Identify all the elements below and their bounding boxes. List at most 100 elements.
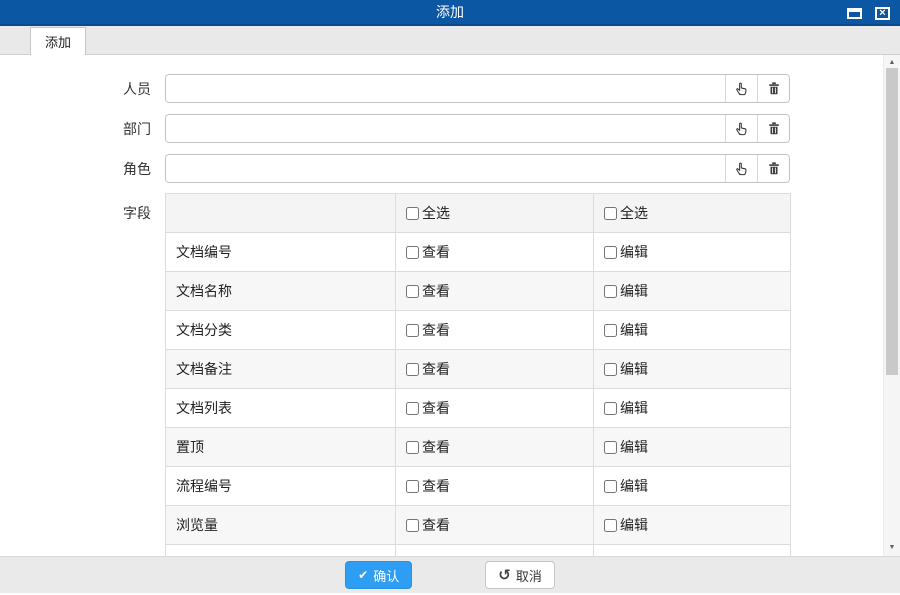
edit-checkbox[interactable]	[604, 519, 617, 532]
scrollbar-down-arrow-icon[interactable]: ▼	[884, 542, 900, 554]
field-name-cell: 锁定	[166, 545, 396, 557]
view-checkbox-wrap[interactable]: 查看	[406, 281, 450, 301]
select-all-edit[interactable]: 全选	[604, 203, 648, 223]
edit-cell: 编辑	[594, 506, 791, 545]
field-name-cell: 浏览量	[166, 506, 396, 545]
hand-pointer-icon	[734, 121, 749, 136]
clear-trash-button[interactable]	[757, 115, 789, 142]
maximize-icon[interactable]	[847, 8, 862, 19]
view-checkbox-wrap[interactable]: 查看	[406, 476, 450, 496]
view-checkbox[interactable]	[406, 480, 419, 493]
select-all-edit-checkbox[interactable]	[604, 207, 617, 220]
view-checkbox-wrap[interactable]: 查看	[406, 515, 450, 535]
dialog-content: 人员 部门	[0, 55, 883, 556]
select-all-view[interactable]: 全选	[406, 203, 450, 223]
header-view-cell: 全选	[396, 194, 594, 233]
select-all-edit-label: 全选	[620, 203, 648, 223]
form-field-input[interactable]	[166, 155, 725, 182]
fields-section: 字段 全选	[123, 193, 883, 556]
field-name: 文档编号	[176, 244, 232, 260]
hand-pointer-icon	[734, 161, 749, 176]
edit-cell: 编辑	[594, 428, 791, 467]
select-hand-button[interactable]	[725, 115, 757, 142]
edit-checkbox[interactable]	[604, 363, 617, 376]
edit-checkbox[interactable]	[604, 324, 617, 337]
permissions-table: 全选 全选 文档编号	[165, 193, 791, 556]
vertical-scrollbar[interactable]: ▲ ▼	[883, 55, 900, 556]
edit-checkbox-wrap[interactable]: 编辑	[604, 359, 648, 379]
clear-trash-button[interactable]	[757, 155, 789, 182]
edit-checkbox-wrap[interactable]: 编辑	[604, 476, 648, 496]
form-field-input[interactable]	[166, 75, 725, 102]
view-cell: 查看	[396, 311, 594, 350]
confirm-label: 确认	[373, 566, 399, 585]
permissions-table-body: 文档编号 查看 编辑 文档名称 查看 编辑	[166, 233, 791, 557]
tab-add[interactable]: 添加	[30, 27, 86, 55]
edit-label: 编辑	[620, 554, 648, 556]
view-checkbox-wrap[interactable]: 查看	[406, 554, 450, 556]
view-checkbox-wrap[interactable]: 查看	[406, 398, 450, 418]
view-checkbox-wrap[interactable]: 查看	[406, 437, 450, 457]
table-row: 文档名称 查看 编辑	[166, 272, 791, 311]
view-checkbox[interactable]	[406, 246, 419, 259]
edit-checkbox-wrap[interactable]: 编辑	[604, 320, 648, 340]
footer-bar: ✔ 确认 ↺ 取消	[0, 556, 900, 593]
window-controls: ×	[847, 0, 890, 26]
edit-label: 编辑	[620, 320, 648, 340]
edit-label: 编辑	[620, 281, 648, 301]
scrollbar-thumb[interactable]	[886, 68, 898, 375]
edit-label: 编辑	[620, 359, 648, 379]
field-name-cell: 文档分类	[166, 311, 396, 350]
cancel-button[interactable]: ↺ 取消	[485, 561, 555, 589]
view-label: 查看	[422, 398, 450, 418]
dialog-titlebar[interactable]: 添加 ×	[0, 0, 900, 26]
view-checkbox[interactable]	[406, 441, 419, 454]
view-label: 查看	[422, 281, 450, 301]
edit-cell: 编辑	[594, 233, 791, 272]
edit-checkbox-wrap[interactable]: 编辑	[604, 281, 648, 301]
select-all-view-checkbox[interactable]	[406, 207, 419, 220]
edit-cell: 编辑	[594, 545, 791, 557]
view-checkbox[interactable]	[406, 363, 419, 376]
edit-checkbox[interactable]	[604, 480, 617, 493]
edit-checkbox[interactable]	[604, 402, 617, 415]
edit-cell: 编辑	[594, 389, 791, 428]
view-checkbox-wrap[interactable]: 查看	[406, 242, 450, 262]
field-name: 置顶	[176, 439, 204, 455]
view-label: 查看	[422, 359, 450, 379]
field-name: 文档备注	[176, 361, 232, 377]
view-checkbox-wrap[interactable]: 查看	[406, 359, 450, 379]
field-name: 文档名称	[176, 283, 232, 299]
view-label: 查看	[422, 554, 450, 556]
edit-checkbox[interactable]	[604, 441, 617, 454]
view-checkbox[interactable]	[406, 285, 419, 298]
clear-trash-button[interactable]	[757, 75, 789, 102]
select-all-view-label: 全选	[422, 203, 450, 223]
field-name-cell: 流程编号	[166, 467, 396, 506]
field-name-cell: 文档列表	[166, 389, 396, 428]
select-hand-button[interactable]	[725, 155, 757, 182]
view-checkbox[interactable]	[406, 324, 419, 337]
edit-checkbox-wrap[interactable]: 编辑	[604, 398, 648, 418]
view-checkbox[interactable]	[406, 402, 419, 415]
edit-checkbox-wrap[interactable]: 编辑	[604, 437, 648, 457]
view-checkbox[interactable]	[406, 519, 419, 532]
close-icon[interactable]: ×	[875, 7, 890, 20]
confirm-button[interactable]: ✔ 确认	[345, 561, 412, 589]
edit-checkbox-wrap[interactable]: 编辑	[604, 554, 648, 556]
input-group	[165, 74, 790, 103]
cancel-label: 取消	[516, 566, 542, 585]
form-field-input[interactable]	[166, 115, 725, 142]
edit-checkbox[interactable]	[604, 246, 617, 259]
table-row: 文档备注 查看 编辑	[166, 350, 791, 389]
view-cell: 查看	[396, 350, 594, 389]
view-cell: 查看	[396, 428, 594, 467]
field-name-cell: 文档编号	[166, 233, 396, 272]
edit-checkbox-wrap[interactable]: 编辑	[604, 242, 648, 262]
edit-checkbox[interactable]	[604, 285, 617, 298]
select-hand-button[interactable]	[725, 75, 757, 102]
view-checkbox-wrap[interactable]: 查看	[406, 320, 450, 340]
input-group	[165, 114, 790, 143]
header-empty-cell	[166, 194, 396, 233]
edit-checkbox-wrap[interactable]: 编辑	[604, 515, 648, 535]
